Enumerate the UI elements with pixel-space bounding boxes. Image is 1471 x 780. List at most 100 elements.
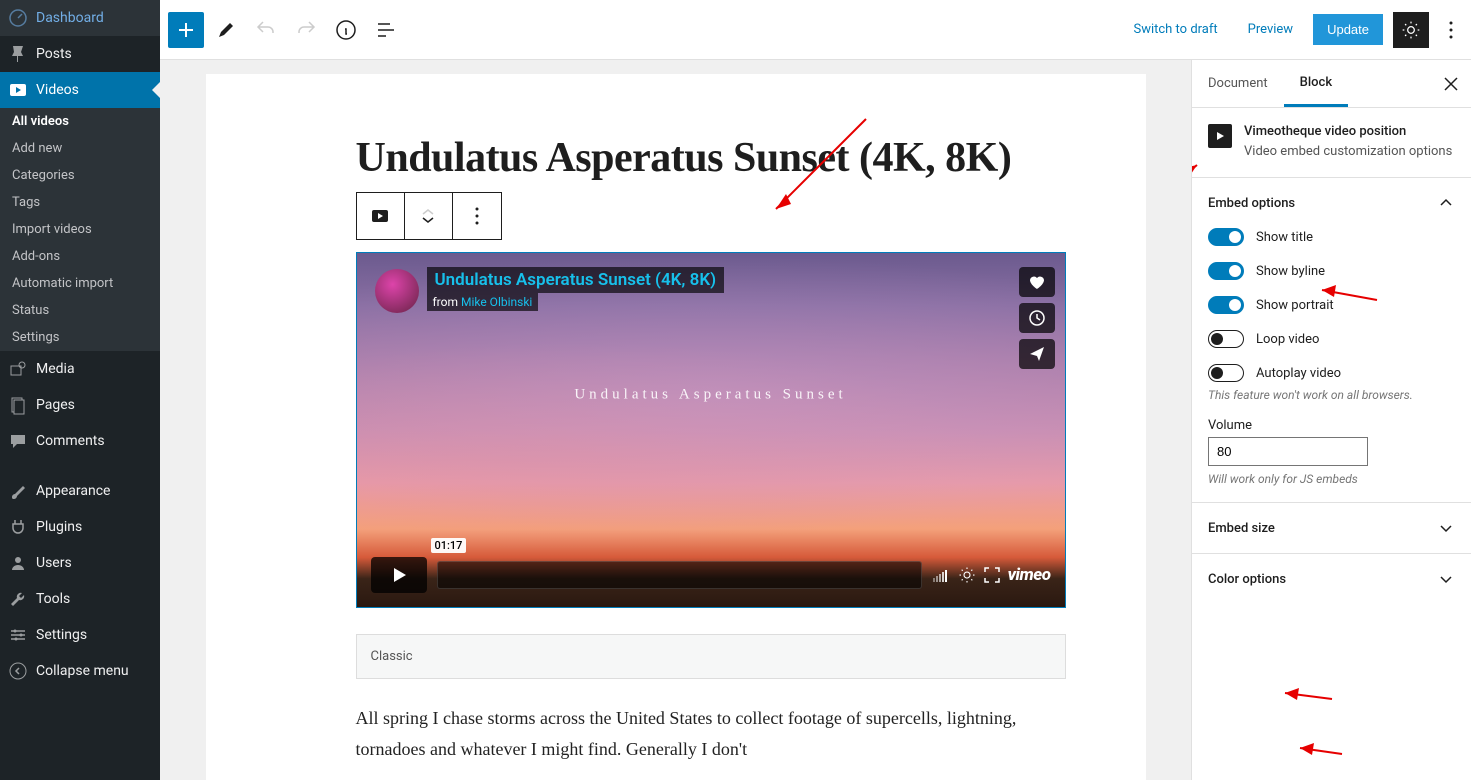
add-block-button[interactable] (168, 12, 204, 48)
sidebar-label: Plugins (36, 519, 82, 535)
classic-block[interactable]: Classic (356, 634, 1066, 679)
sidebar-sub-categories[interactable]: Categories (0, 162, 160, 189)
brush-icon (8, 481, 28, 501)
panel-color-options: Color options (1192, 553, 1471, 604)
panel-head-embed-size[interactable]: Embed size (1192, 503, 1471, 553)
video-duration: 01:17 (431, 538, 467, 553)
video-embed-block[interactable]: Undulatus Asperatus Sunset (4K, 8K) from… (356, 252, 1066, 608)
video-title-bar: Undulatus Asperatus Sunset (4K, 8K) (427, 267, 725, 293)
sidebar-item-videos[interactable]: Videos (0, 72, 160, 108)
autoplay-help-text: This feature won't work on all browsers. (1208, 388, 1455, 402)
post-body-text[interactable]: All spring I chase storms across the Uni… (356, 703, 1066, 764)
video-share-button[interactable] (1019, 339, 1055, 369)
sidebar-sub-status[interactable]: Status (0, 297, 160, 324)
video-author-link[interactable]: Mike Olbinski (461, 295, 532, 309)
sidebar-item-plugins[interactable]: Plugins (0, 509, 160, 545)
sidebar-sub-addons[interactable]: Add-ons (0, 243, 160, 270)
sidebar-item-appearance[interactable]: Appearance (0, 473, 160, 509)
switch-to-draft-button[interactable]: Switch to draft (1123, 16, 1227, 43)
video-settings-icon[interactable] (958, 566, 976, 584)
editor-canvas[interactable]: Undulatus Asperatus Sunset (4K, 8K) Undu… (160, 60, 1191, 780)
toggle-label: Show byline (1256, 264, 1325, 279)
update-button[interactable]: Update (1313, 14, 1383, 45)
block-toolbar (356, 192, 502, 240)
volume-label: Volume (1208, 418, 1455, 433)
sidebar-label: Collapse menu (36, 663, 129, 679)
sidebar-sub-settings[interactable]: Settings (0, 324, 160, 351)
sidebar-item-dashboard[interactable]: Dashboard (0, 0, 160, 36)
volume-input[interactable] (1208, 437, 1368, 466)
panel-title: Embed size (1208, 521, 1275, 536)
edit-mode-button[interactable] (208, 12, 244, 48)
sliders-icon (8, 625, 28, 645)
pages-icon (8, 395, 28, 415)
sidebar-sub-auto-import[interactable]: Automatic import (0, 270, 160, 297)
collapse-icon (8, 661, 28, 681)
page: Undulatus Asperatus Sunset (4K, 8K) Undu… (206, 74, 1146, 780)
comments-icon (8, 431, 28, 451)
undo-button[interactable] (248, 12, 284, 48)
outline-button[interactable] (368, 12, 404, 48)
tab-block[interactable]: Block (1284, 61, 1348, 107)
block-move-button[interactable] (405, 193, 453, 239)
inspector-tabs: Document Block (1192, 60, 1471, 108)
panel-head-color-options[interactable]: Color options (1192, 554, 1471, 604)
block-description: Video embed customization options (1244, 143, 1452, 161)
sidebar-item-settings[interactable]: Settings (0, 617, 160, 653)
sidebar-item-media[interactable]: Media (0, 351, 160, 387)
panel-title: Color options (1208, 572, 1286, 587)
user-icon (8, 553, 28, 573)
sidebar-item-comments[interactable]: Comments (0, 423, 160, 459)
redo-button[interactable] (288, 12, 324, 48)
volume-help-text: Will work only for JS embeds (1208, 472, 1455, 486)
dashboard-icon (8, 8, 28, 28)
toggle-autoplay-video[interactable] (1208, 364, 1244, 382)
video-play-button[interactable] (371, 557, 427, 593)
chevron-down-icon (1437, 519, 1455, 537)
video-like-button[interactable] (1019, 267, 1055, 297)
video-author-avatar[interactable] (375, 269, 419, 313)
sidebar-label: Posts (36, 46, 72, 62)
video-center-caption: Undulatus Asperatus Sunset (574, 386, 846, 403)
toggle-show-portrait[interactable] (1208, 296, 1244, 314)
settings-toggle-button[interactable] (1393, 12, 1429, 48)
block-type-button[interactable] (357, 193, 405, 239)
sidebar-label: Settings (36, 627, 87, 643)
toggle-show-title[interactable] (1208, 228, 1244, 246)
panel-head-embed-options[interactable]: Embed options (1192, 178, 1471, 228)
toggle-show-byline[interactable] (1208, 262, 1244, 280)
pin-icon (8, 44, 28, 64)
sidebar-label: Pages (36, 397, 75, 413)
sidebar-sub-all-videos[interactable]: All videos (0, 108, 160, 135)
more-options-button[interactable] (1439, 12, 1463, 48)
chevron-up-icon (1437, 194, 1455, 212)
video-title-link[interactable]: Undulatus Asperatus Sunset (4K, 8K) (435, 270, 717, 290)
post-title[interactable]: Undulatus Asperatus Sunset (4K, 8K) (356, 134, 1066, 182)
video-watch-later-button[interactable] (1019, 303, 1055, 333)
panel-embed-options: Embed options Show title Show byline (1192, 177, 1471, 502)
video-volume-icon[interactable] (932, 568, 950, 582)
info-button[interactable] (328, 12, 364, 48)
sidebar-submenu-videos: All videos Add new Categories Tags Impor… (0, 108, 160, 351)
block-more-button[interactable] (453, 193, 501, 239)
chevron-down-icon (1437, 570, 1455, 588)
sidebar-label: Videos (36, 82, 79, 98)
sidebar-sub-add-new[interactable]: Add new (0, 135, 160, 162)
vimeo-logo[interactable]: vimeo (1008, 565, 1051, 585)
video-fullscreen-icon[interactable] (984, 567, 1000, 583)
sidebar-item-users[interactable]: Users (0, 545, 160, 581)
sidebar-sub-import[interactable]: Import videos (0, 216, 160, 243)
sidebar-sub-tags[interactable]: Tags (0, 189, 160, 216)
toggle-loop-video[interactable] (1208, 330, 1244, 348)
block-title: Vimeotheque video position (1244, 124, 1452, 139)
sidebar-label: Comments (36, 433, 105, 449)
inspector-close-button[interactable] (1439, 72, 1463, 96)
tab-document[interactable]: Document (1192, 62, 1284, 105)
sidebar-item-collapse[interactable]: Collapse menu (0, 653, 160, 689)
preview-button[interactable]: Preview (1238, 16, 1303, 43)
sidebar-item-tools[interactable]: Tools (0, 581, 160, 617)
sidebar-item-pages[interactable]: Pages (0, 387, 160, 423)
block-type-icon (1208, 124, 1232, 148)
sidebar-item-posts[interactable]: Posts (0, 36, 160, 72)
video-progress-bar[interactable] (437, 561, 922, 589)
